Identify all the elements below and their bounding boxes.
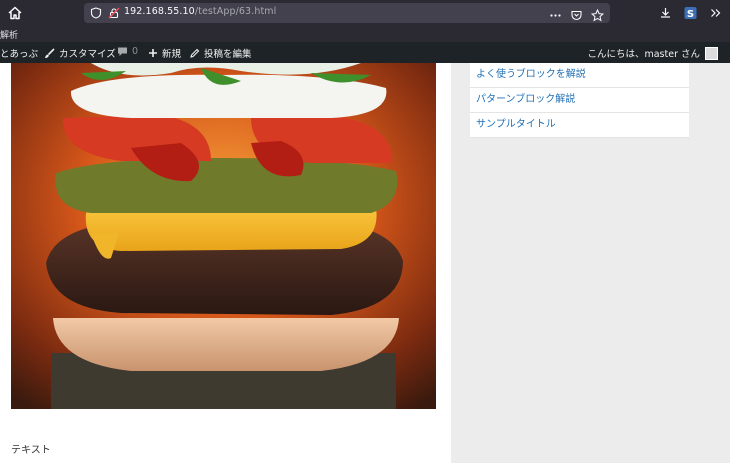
bookmarks-toolbar: 解析 (0, 26, 730, 42)
plus-icon (149, 49, 157, 57)
browser-toolbar: 192.168.55.10/testApp/63.html S (0, 0, 730, 26)
comments-count: 0 (132, 46, 139, 57)
greeting-text: こんにちは、master さん (587, 49, 700, 60)
adminbar-customize[interactable]: カスタマイズ (44, 46, 116, 60)
shield-icon[interactable] (90, 7, 102, 19)
pocket-icon[interactable] (570, 7, 583, 20)
url-host: 192.168.55.10 (124, 6, 195, 17)
comment-bubble-icon (118, 47, 127, 56)
sidebar-widget: よく使うブロックを解説 パターンブロック解説 サンプルタイトル (470, 63, 689, 138)
adminbar-comments[interactable]: 0 (117, 46, 138, 57)
url-bar[interactable]: 192.168.55.10/testApp/63.html (84, 3, 610, 23)
pencil-icon (190, 48, 200, 58)
new-label: 新規 (162, 49, 182, 60)
adminbar-edit-post[interactable]: 投稿を編集 (189, 46, 252, 60)
extension-s-icon[interactable]: S (684, 5, 697, 20)
page-content: よく使うブロックを解説 パターンブロック解説 サンプルタイトル テキスト (0, 63, 730, 463)
edit-post-label: 投稿を編集 (204, 49, 252, 60)
site-name-label: とあっぷ (0, 49, 39, 60)
sidebar-link[interactable]: サンプルタイトル (470, 113, 689, 138)
sidebar-link[interactable]: パターンブロック解説 (470, 88, 689, 113)
adminbar-new[interactable]: 新規 (148, 46, 181, 60)
downloads-icon[interactable] (659, 5, 672, 19)
overflow-chevrons-icon[interactable] (709, 5, 722, 19)
customize-label: カスタマイズ (59, 49, 116, 60)
svg-text:S: S (687, 9, 694, 20)
bookmark-star-icon[interactable] (590, 7, 605, 22)
insecure-lock-icon[interactable] (108, 7, 120, 19)
avatar (705, 46, 718, 60)
adminbar-account[interactable]: こんにちは、master さん (587, 46, 718, 60)
bookmark-item[interactable]: 解析 (0, 28, 18, 41)
url-path: /testApp/63.html (194, 6, 277, 17)
home-icon[interactable] (6, 4, 24, 22)
hero-burger-image (11, 63, 436, 409)
content-text: テキスト (11, 445, 51, 456)
wp-admin-bar: とあっぷ カスタマイズ 0 新規 投稿を編集 こんにちは、master さん (0, 42, 730, 63)
more-actions-icon[interactable] (549, 7, 562, 20)
paintbrush-icon (45, 47, 55, 58)
sidebar-link[interactable]: よく使うブロックを解説 (470, 63, 689, 88)
url-text[interactable]: 192.168.55.10/testApp/63.html (124, 6, 276, 17)
adminbar-site-name[interactable]: とあっぷ (0, 46, 38, 60)
